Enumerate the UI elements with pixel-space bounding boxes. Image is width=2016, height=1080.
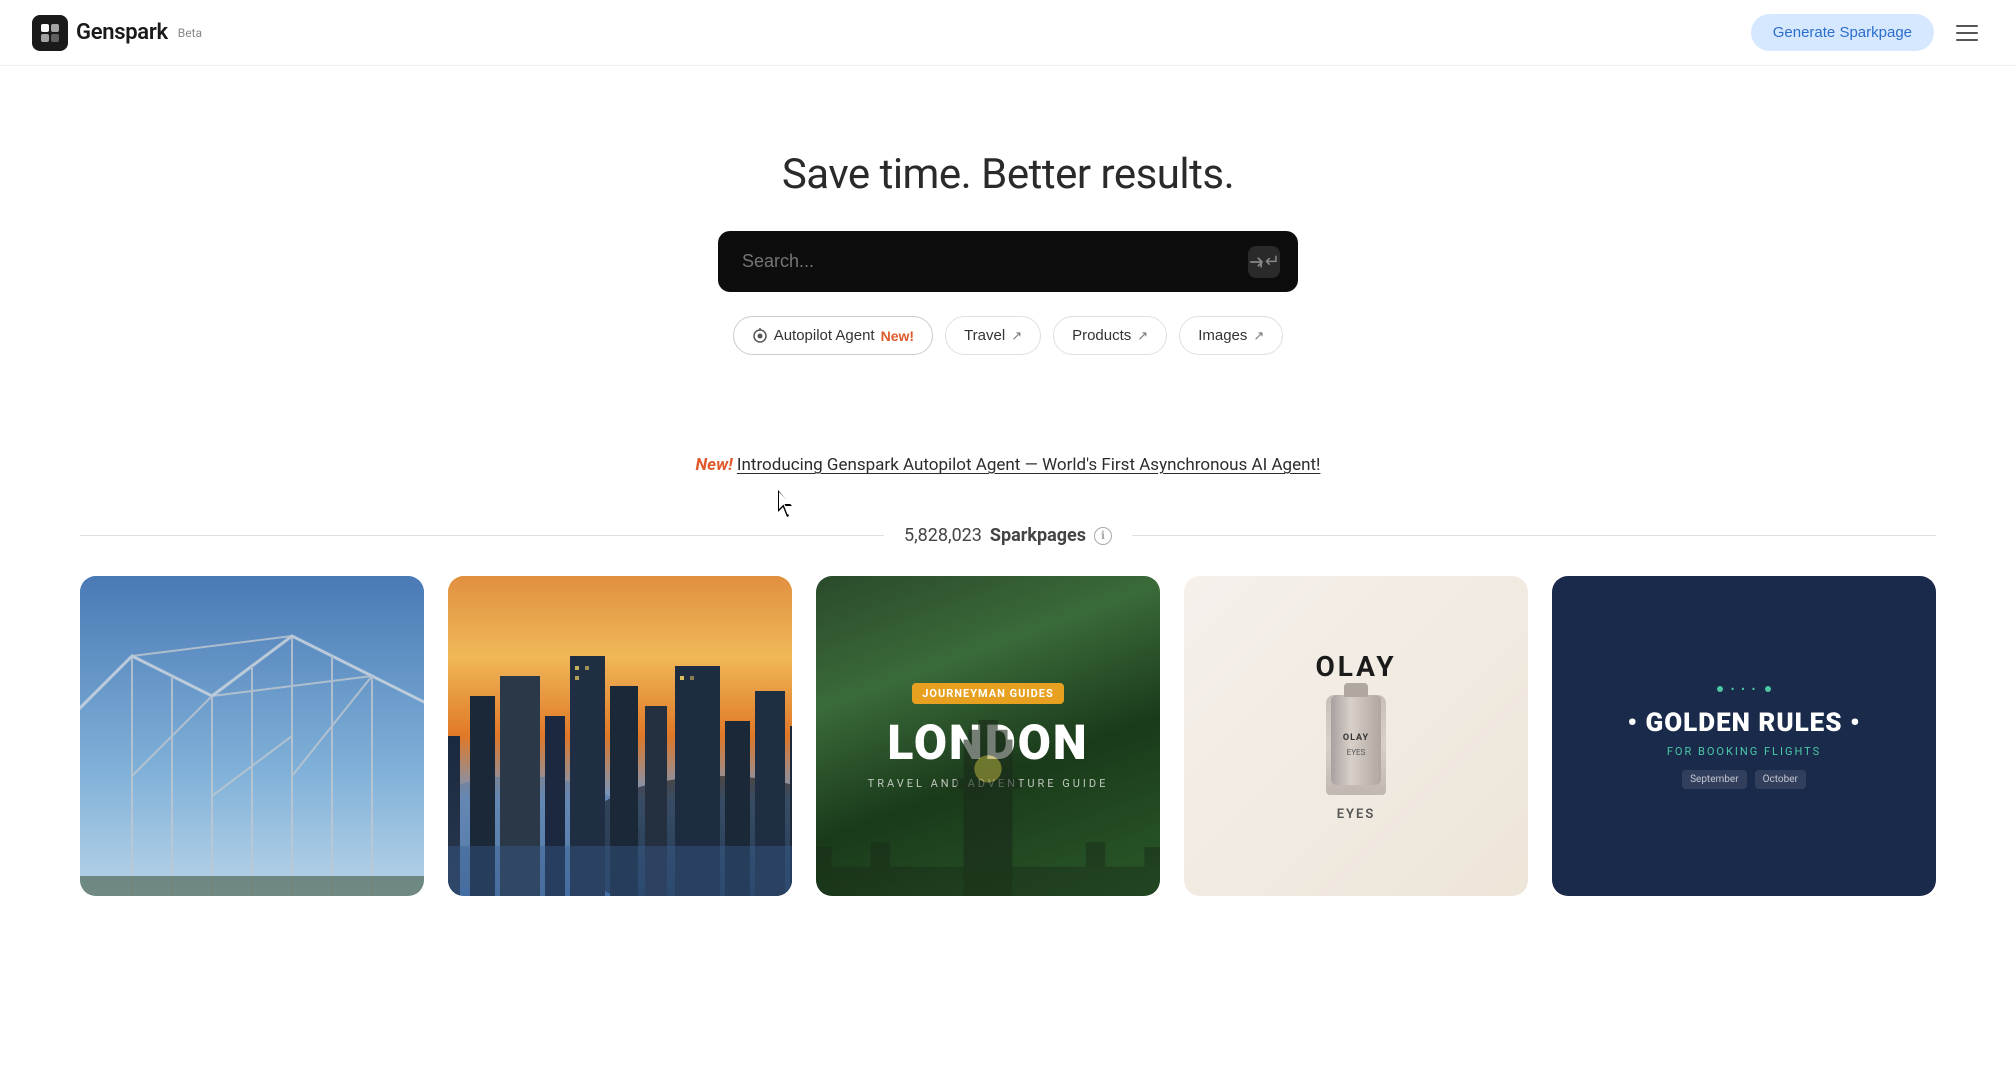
products-button[interactable]: Products ↗ <box>1053 316 1167 355</box>
logo-area: Genspark Beta <box>32 15 202 51</box>
card-5-title: • GOLDEN RULES • <box>1627 708 1860 739</box>
autopilot-icon <box>752 328 768 344</box>
menu-line-3 <box>1956 39 1978 41</box>
logo-text: Genspark <box>76 20 168 45</box>
generate-sparkpage-button[interactable]: Generate Sparkpage <box>1751 14 1934 51</box>
images-label: Images <box>1198 327 1247 344</box>
main-content: Save time. Better results. ↵ Au <box>0 0 2016 896</box>
hero-title: Save time. Better results. <box>782 150 1234 199</box>
sparkpages-section: 5,828,023 Sparkpages ℹ <box>0 505 2016 896</box>
announcement-link[interactable]: Introducing Genspark Autopilot Agent — W… <box>737 455 1321 475</box>
menu-line-2 <box>1956 32 1978 34</box>
card-city-skyline[interactable] <box>448 576 792 896</box>
header-right: Generate Sparkpage <box>1751 14 1984 51</box>
card-golden-rules[interactable]: • • • • GOLDEN RULES • FOR BOOKING FLIGH… <box>1552 576 1936 896</box>
beta-badge: Beta <box>178 26 202 40</box>
card-5-dot-right <box>1765 686 1771 692</box>
sparkpages-count: 5,828,023 Sparkpages ℹ <box>904 525 1112 546</box>
products-label: Products <box>1072 327 1131 344</box>
card-4-bottle: OLAY EYES <box>1326 695 1386 795</box>
svg-text:EYES: EYES <box>1347 748 1366 757</box>
header: Genspark Beta Generate Sparkpage <box>0 0 2016 66</box>
card-3-badge: JOURNEYMAN GUIDES <box>912 683 1063 704</box>
autopilot-label: Autopilot Agent <box>774 327 875 344</box>
quick-actions: Autopilot Agent New! Travel ↗ Products ↗… <box>733 316 1284 355</box>
card-4-brand: OLAY <box>1315 650 1396 683</box>
announcement-banner: New! Introducing Genspark Autopilot Agen… <box>696 455 1321 475</box>
sparkpages-header: 5,828,023 Sparkpages ℹ <box>0 525 2016 546</box>
card-roller-coaster[interactable] <box>80 576 424 896</box>
card-olay-product[interactable]: OLAY OLAY EYES <box>1184 576 1528 896</box>
images-button[interactable]: Images ↗ <box>1179 316 1283 355</box>
divider-left <box>80 535 884 536</box>
card-5-calendars: September October <box>1682 770 1806 789</box>
travel-label: Travel <box>964 327 1005 344</box>
travel-button[interactable]: Travel ↗ <box>945 316 1041 355</box>
sparkpages-number: 5,828,023 <box>904 525 982 546</box>
travel-arrow-icon: ↗ <box>1011 328 1022 344</box>
announcement-link-text: Introducing Genspark Autopilot Agent — W… <box>737 455 1321 475</box>
autopilot-new-badge: New! <box>881 328 914 344</box>
search-enter-icon[interactable]: ↵ <box>1248 246 1280 278</box>
card-london-guide[interactable]: JOURNEYMAN GUIDES LONDON TRAVEL AND ADVE… <box>816 576 1160 896</box>
announcement-new-label: New! <box>696 455 733 475</box>
hero-section: Save time. Better results. ↵ Au <box>0 70 2016 395</box>
card-5-bullets: • • • <box>1731 683 1758 696</box>
search-input[interactable] <box>718 231 1298 292</box>
info-icon[interactable]: ℹ <box>1094 527 1112 545</box>
autopilot-agent-button[interactable]: Autopilot Agent New! <box>733 316 933 355</box>
sparkpages-label: Sparkpages <box>990 525 1086 546</box>
card-5-calendar-october: October <box>1755 770 1806 789</box>
card-4-product-name: EYES <box>1337 807 1376 822</box>
images-arrow-icon: ↗ <box>1253 328 1264 344</box>
menu-line-1 <box>1956 25 1978 27</box>
card-5-dot-left <box>1717 686 1723 692</box>
products-arrow-icon: ↗ <box>1137 328 1148 344</box>
search-container: ↵ <box>718 231 1298 292</box>
card-gallery: JOURNEYMAN GUIDES LONDON TRAVEL AND ADVE… <box>0 576 2016 896</box>
card-5-calendar-september: September <box>1682 770 1747 789</box>
card-5-header: • • • <box>1717 683 1772 696</box>
svg-text:OLAY: OLAY <box>1343 733 1369 743</box>
menu-button[interactable] <box>1950 19 1984 47</box>
divider-right <box>1132 535 1936 536</box>
card-5-subtitle: FOR BOOKING FLIGHTS <box>1667 745 1821 758</box>
logo-icon <box>32 15 68 51</box>
